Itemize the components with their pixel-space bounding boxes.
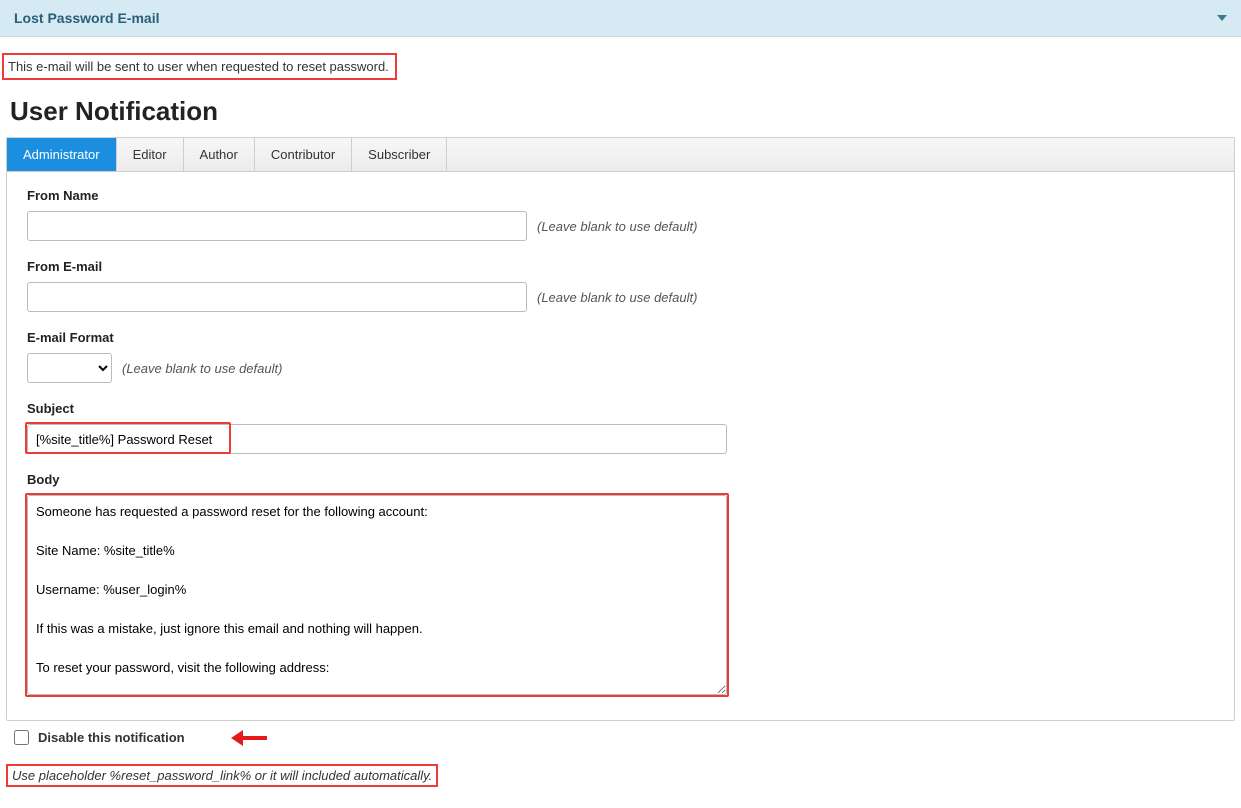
field-body: Body: [27, 472, 1214, 698]
panel-header[interactable]: Lost Password E-mail: [0, 0, 1241, 37]
arrow-left-icon: [231, 734, 267, 742]
panel-title: Lost Password E-mail: [14, 10, 159, 26]
from-name-label: From Name: [27, 188, 1214, 203]
field-subject: Subject: [27, 401, 1214, 454]
disable-checkbox[interactable]: [14, 730, 29, 745]
placeholder-note: Use placeholder %reset_password_link% or…: [6, 764, 438, 787]
email-format-hint: (Leave blank to use default): [122, 361, 282, 376]
form-body: From Name (Leave blank to use default) F…: [7, 172, 1234, 720]
tab-contributor[interactable]: Contributor: [255, 138, 352, 171]
email-format-select[interactable]: [27, 353, 112, 383]
tab-subscriber[interactable]: Subscriber: [352, 138, 447, 171]
disable-label: Disable this notification: [38, 730, 185, 745]
panel-content: This e-mail will be sent to user when re…: [0, 37, 1241, 787]
tab-panel: Administrator Editor Author Contributor …: [6, 137, 1235, 721]
chevron-down-icon[interactable]: [1217, 15, 1227, 21]
from-name-input[interactable]: [27, 211, 527, 241]
tab-editor[interactable]: Editor: [117, 138, 184, 171]
body-textarea[interactable]: [27, 495, 727, 695]
subject-input[interactable]: [27, 424, 727, 454]
from-email-hint: (Leave blank to use default): [537, 290, 697, 305]
from-name-hint: (Leave blank to use default): [537, 219, 697, 234]
field-from-email: From E-mail (Leave blank to use default): [27, 259, 1214, 312]
from-email-label: From E-mail: [27, 259, 1214, 274]
field-from-name: From Name (Leave blank to use default): [27, 188, 1214, 241]
disable-row: Disable this notification: [10, 727, 1241, 748]
tabs-bar: Administrator Editor Author Contributor …: [7, 138, 1234, 172]
body-label: Body: [27, 472, 1214, 487]
subject-label: Subject: [27, 401, 1214, 416]
field-email-format: E-mail Format (Leave blank to use defaul…: [27, 330, 1214, 383]
email-format-label: E-mail Format: [27, 330, 1214, 345]
tab-administrator[interactable]: Administrator: [7, 138, 117, 171]
panel-description: This e-mail will be sent to user when re…: [2, 53, 397, 80]
section-heading: User Notification: [10, 96, 1241, 127]
from-email-input[interactable]: [27, 282, 527, 312]
tab-author[interactable]: Author: [184, 138, 255, 171]
